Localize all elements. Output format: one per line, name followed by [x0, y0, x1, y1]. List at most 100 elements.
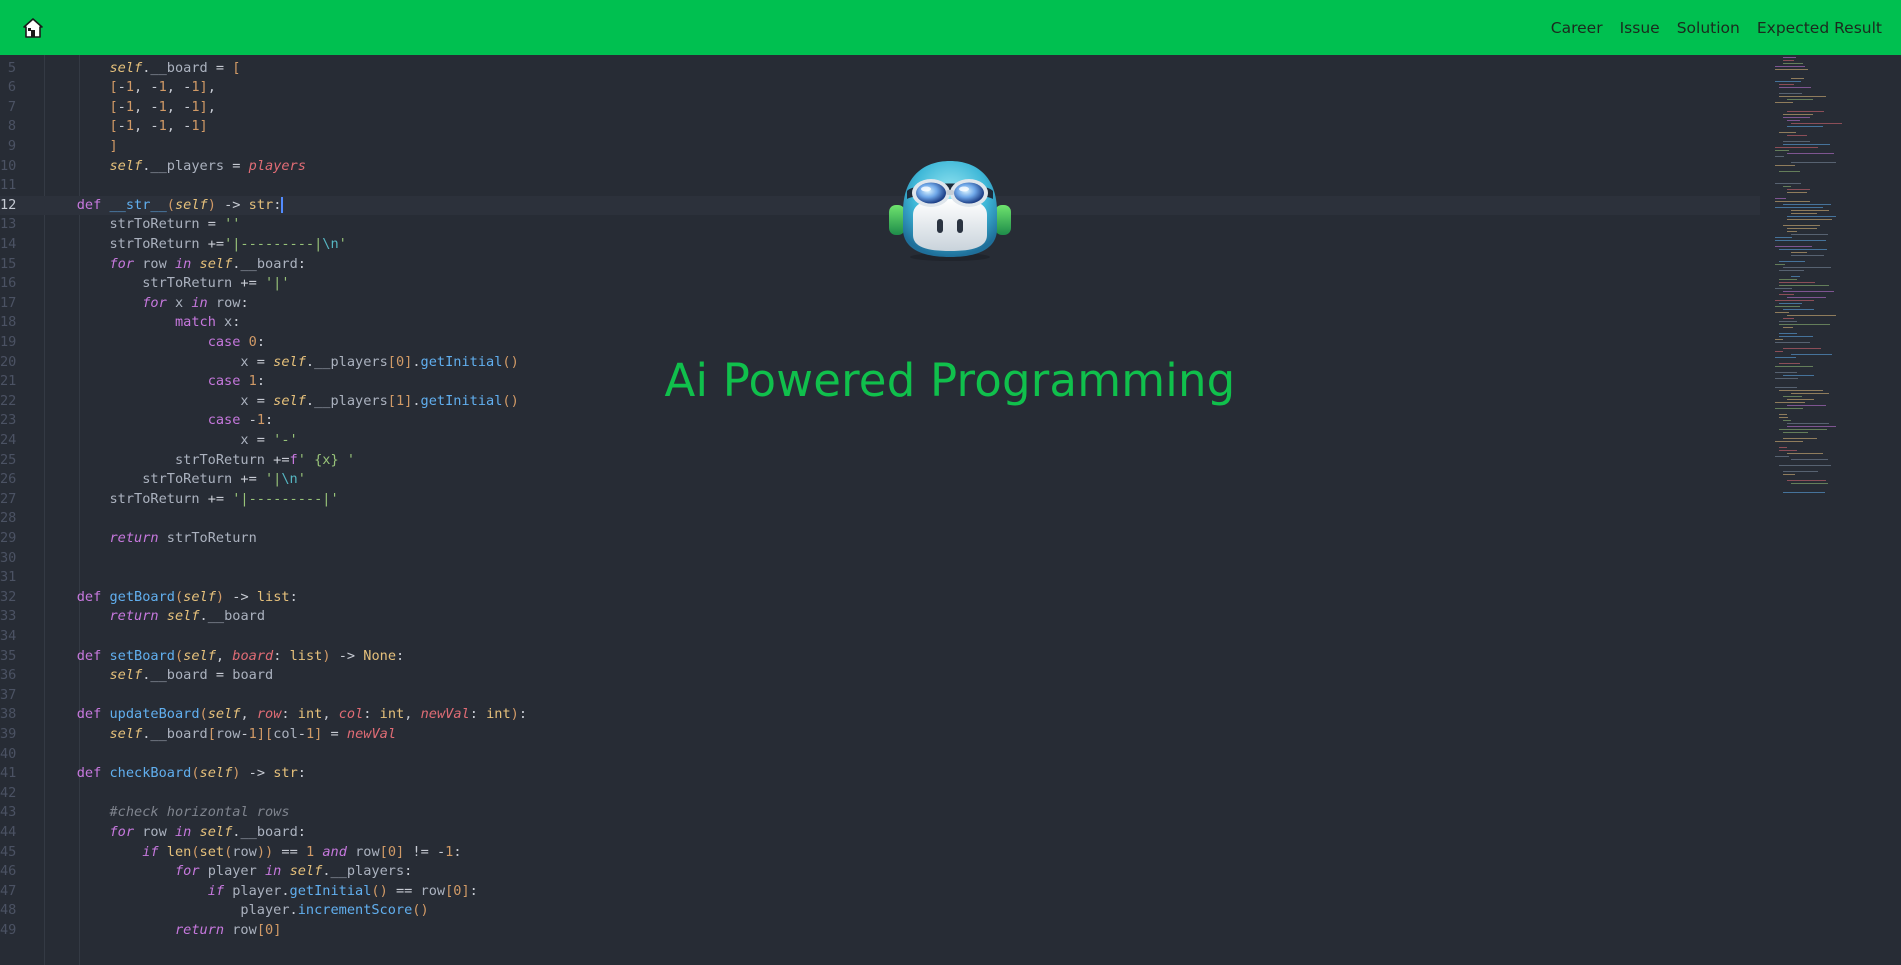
code-line[interactable]: 49 return row[0]	[0, 921, 1760, 941]
code-line[interactable]: 36 self.__board = board	[0, 666, 1760, 686]
code-minimap[interactable]	[1765, 55, 1901, 965]
code-text: strToReturn += '|---------|'	[44, 490, 339, 507]
minimap-line	[1787, 135, 1807, 136]
code-line[interactable]: 31	[0, 568, 1760, 588]
code-text: [-1, -1, -1],	[109, 98, 216, 115]
code-text: for player in self.__players:	[174, 863, 413, 880]
minimap-line	[1779, 414, 1787, 415]
code-line[interactable]: 48 player.incrementScore()	[0, 901, 1760, 921]
minimap-line	[1791, 459, 1828, 460]
minimap-line	[1779, 390, 1823, 391]
line-number: 5	[7, 59, 16, 76]
code-line[interactable]: 43 #check horizontal rows	[0, 803, 1760, 823]
minimap-line	[1775, 408, 1803, 409]
minimap-line	[1775, 237, 1792, 238]
line-number: 41	[0, 765, 17, 782]
line-number: 29	[0, 530, 17, 546]
nav-link-career[interactable]: Career	[1551, 19, 1603, 37]
line-number: 19	[0, 334, 17, 350]
line-number: 43	[0, 804, 17, 821]
line-number: 44	[0, 824, 17, 840]
code-line[interactable]: 26 strToReturn += '|\n'	[0, 470, 1760, 490]
minimap-line	[1775, 357, 1796, 358]
code-text: self.__board[row-1][col-1] = newVal	[109, 726, 397, 742]
code-line[interactable]: 27 strToReturn += '|---------|'	[0, 490, 1760, 510]
line-number: 25	[0, 451, 17, 468]
code-line[interactable]: 33 return self.__board	[0, 607, 1760, 627]
code-line[interactable]: 37	[0, 686, 1760, 706]
code-text: match x:	[174, 314, 241, 331]
code-line[interactable]: 29 return strToReturn	[0, 529, 1760, 549]
line-number: 32	[0, 588, 17, 605]
code-line[interactable]: 44 for row in self.__board:	[0, 823, 1760, 843]
minimap-line	[1787, 426, 1836, 427]
minimap-line	[1783, 438, 1817, 439]
code-line[interactable]: 40	[0, 745, 1760, 765]
minimap-line	[1783, 141, 1810, 142]
minimap-line	[1779, 294, 1794, 295]
minimap-line	[1791, 483, 1828, 484]
code-line[interactable]: 15 for row in self.__board:	[0, 255, 1760, 275]
code-line[interactable]: 25 strToReturn +=f' {x} '	[0, 451, 1760, 471]
code-line[interactable]: 19 case 0:	[0, 333, 1760, 353]
code-line[interactable]: 12 def __str__(self) -> str:	[0, 195, 1760, 216]
minimap-line	[1787, 405, 1826, 406]
minimap-line	[1775, 102, 1793, 103]
nav-link-expected-result[interactable]: Expected Result	[1757, 19, 1882, 37]
line-number: 14	[0, 236, 17, 252]
code-line[interactable]: 6 [-1, -1, -1],	[0, 78, 1760, 98]
code-line[interactable]: 39 self.__board[row-1][col-1] = newVal	[0, 725, 1760, 745]
code-line[interactable]: 10 self.__players = players	[0, 157, 1760, 177]
code-text: for row in self.__board:	[109, 255, 306, 272]
code-text: case 0:	[207, 334, 265, 350]
code-text: self.__board = board	[109, 667, 274, 684]
minimap-line	[1775, 456, 1789, 457]
line-number: 20	[0, 353, 17, 370]
minimap-line	[1783, 186, 1791, 187]
minimap-line	[1775, 378, 1798, 379]
code-line[interactable]: 45 if len(set(row)) == 1 and row[0] != -…	[0, 843, 1760, 863]
code-text: ]	[109, 138, 118, 154]
minimap-line	[1791, 162, 1836, 163]
nav-link-solution[interactable]: Solution	[1677, 19, 1740, 37]
code-line[interactable]: 24 x = '-'	[0, 431, 1760, 451]
minimap-line	[1775, 66, 1805, 67]
minimap-line	[1775, 339, 1783, 340]
code-line[interactable]: 9 ]	[0, 137, 1760, 157]
code-line[interactable]: 11	[0, 176, 1760, 196]
minimap-line	[1779, 270, 1804, 271]
minimap-line	[1775, 156, 1784, 157]
code-line[interactable]: 13 strToReturn = ''	[0, 215, 1760, 235]
code-line[interactable]: 16 strToReturn += '|'	[0, 274, 1760, 294]
code-line[interactable]: 38 def updateBoard(self, row: int, col: …	[0, 705, 1760, 725]
code-line[interactable]: 28	[0, 509, 1760, 529]
line-number: 35	[0, 647, 17, 664]
code-line[interactable]: 17 for x in row:	[0, 294, 1760, 314]
home-icon[interactable]	[21, 16, 45, 40]
code-line[interactable]: 34	[0, 627, 1760, 647]
code-line[interactable]: 23 case -1:	[0, 411, 1760, 431]
minimap-line	[1779, 447, 1787, 448]
minimap-line	[1783, 309, 1814, 310]
code-line[interactable]: 46 for player in self.__players:	[0, 862, 1760, 882]
code-line[interactable]: 30	[0, 549, 1760, 569]
code-line[interactable]: 7 [-1, -1, -1],	[0, 98, 1760, 118]
line-number: 37	[0, 686, 17, 703]
minimap-line	[1779, 282, 1815, 283]
minimap-line	[1787, 153, 1834, 154]
code-line[interactable]: 35 def setBoard(self, board: list) -> No…	[0, 647, 1760, 667]
minimap-line	[1791, 255, 1824, 256]
line-number: 42	[0, 784, 17, 801]
code-line[interactable]: 8 [-1, -1, -1]	[0, 117, 1760, 137]
minimap-line	[1783, 471, 1818, 472]
nav-link-issue[interactable]: Issue	[1620, 19, 1660, 37]
line-number: 22	[0, 392, 17, 409]
code-line[interactable]: 5 self.__board = [	[0, 59, 1760, 79]
code-text: #check horizontal rows	[109, 804, 290, 821]
code-line[interactable]: 18 match x:	[0, 313, 1760, 333]
code-line[interactable]: 32 def getBoard(self) -> list:	[0, 588, 1760, 608]
code-line[interactable]: 47 if player.getInitial() == row[0]:	[0, 882, 1760, 902]
code-line[interactable]: 42	[0, 784, 1760, 804]
code-line[interactable]: 41 def checkBoard(self) -> str:	[0, 764, 1760, 784]
code-line[interactable]: 14 strToReturn +='|---------|\n'	[0, 235, 1760, 255]
